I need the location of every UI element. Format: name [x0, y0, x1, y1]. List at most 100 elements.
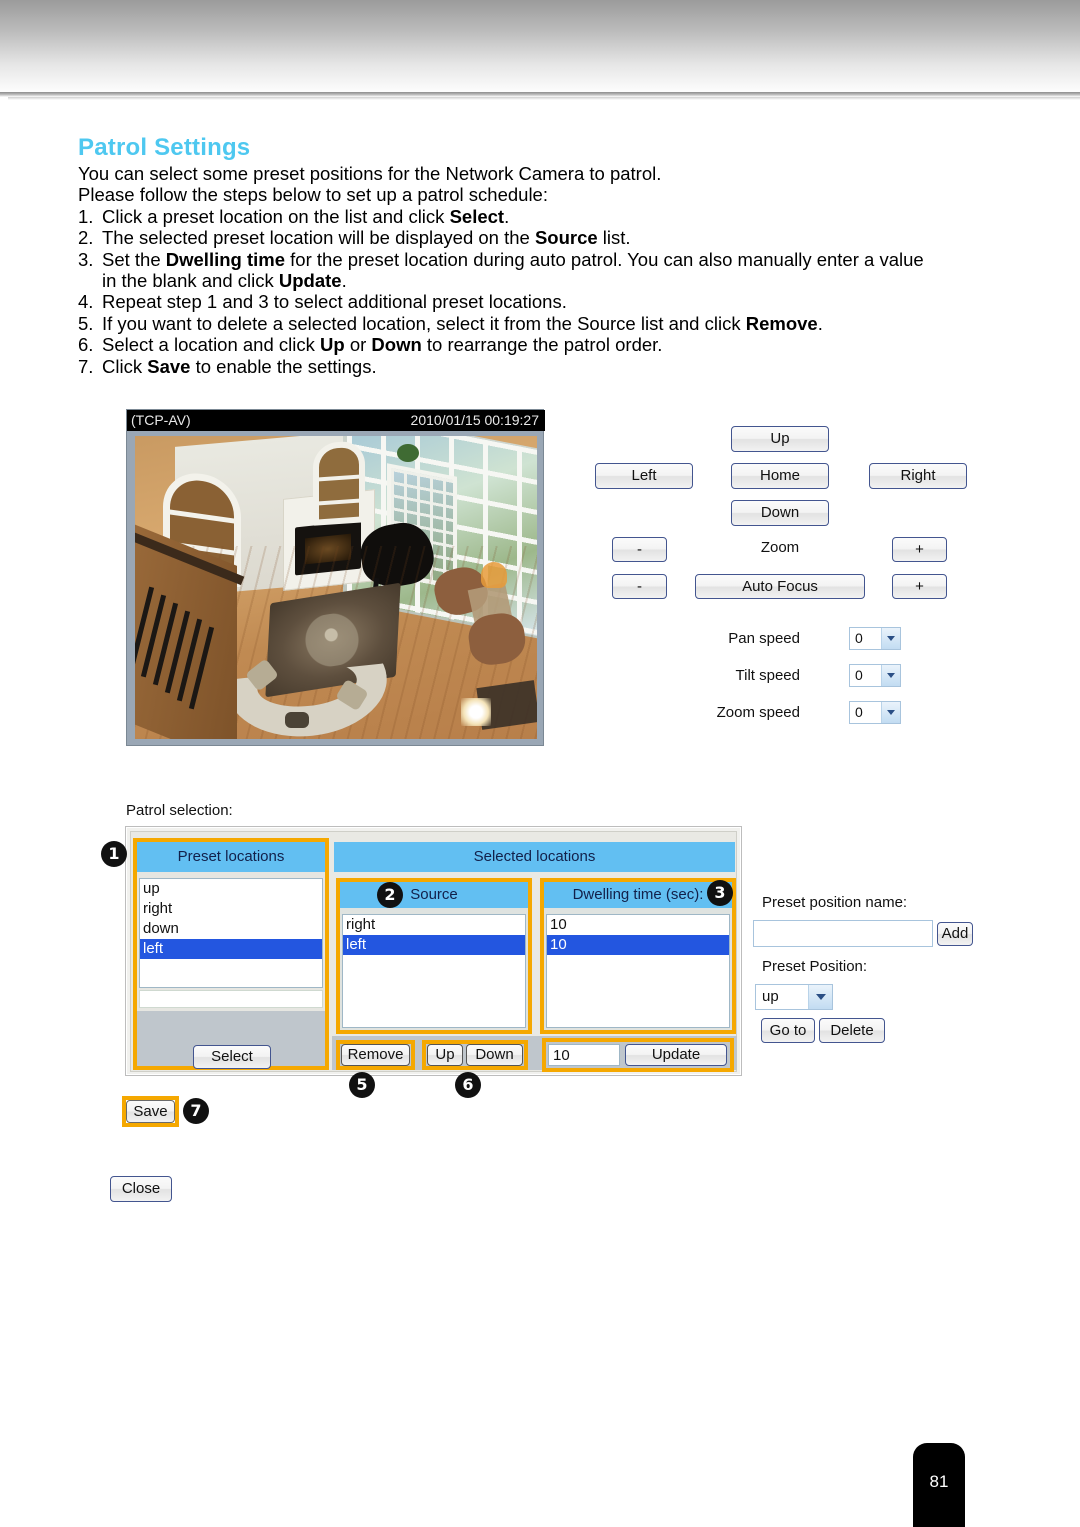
- zoom-out-button[interactable]: -: [612, 537, 667, 562]
- step-6-post: to rearrange the patrol order.: [421, 334, 663, 356]
- list-item-selected[interactable]: 10: [547, 935, 729, 955]
- chevron-down-icon[interactable]: [881, 628, 900, 649]
- step-3-number: 3.: [78, 248, 94, 270]
- step-5-pre: If you want to delete a selected locatio…: [102, 312, 746, 334]
- pan-left-button[interactable]: Left: [595, 463, 693, 489]
- list-item-selected[interactable]: left: [343, 935, 525, 955]
- step-3-pre: Set the: [102, 248, 166, 270]
- preset-position-value: up: [762, 988, 779, 1005]
- pan-home-button[interactable]: Home: [731, 463, 829, 489]
- chevron-down-icon[interactable]: [881, 702, 900, 723]
- live-video-panel[interactable]: (TCP-AV) 2010/01/15 00:19:27: [126, 409, 545, 746]
- preset-position-name-label: Preset position name:: [762, 894, 908, 911]
- page-title: Patrol Settings: [78, 134, 251, 161]
- step-2-pre: The selected preset location will be dis…: [102, 227, 535, 249]
- delete-button[interactable]: Delete: [819, 1018, 885, 1043]
- step-6-bold-2: Down: [371, 334, 422, 356]
- source-header: Source: [340, 882, 528, 908]
- zoom-speed-value: 0: [855, 704, 863, 720]
- preset-locations-list-spacer: [139, 990, 323, 1008]
- page-number: 81: [929, 1472, 949, 1491]
- zoom-speed-select[interactable]: 0: [849, 701, 901, 724]
- callout-badge-2: 2: [377, 882, 403, 908]
- list-item[interactable]: right: [343, 915, 525, 935]
- intro-line-1: You can select some preset positions for…: [78, 163, 662, 184]
- select-button[interactable]: Select: [193, 1045, 271, 1069]
- step-1-post: .: [504, 205, 510, 227]
- step-7-post: to enable the settings.: [190, 355, 377, 377]
- step-5-number: 5.: [78, 312, 94, 334]
- video-timestamp: 2010/01/15 00:19:27: [410, 412, 539, 428]
- step-2-post: list.: [597, 227, 631, 249]
- step-3-cont-pre: in the blank and click: [102, 270, 279, 292]
- zoom-speed-label: Zoom speed: [716, 704, 800, 721]
- source-list[interactable]: right left: [342, 914, 526, 1028]
- callout-badge-3: 3: [707, 880, 733, 906]
- page-header-rule-secondary: [8, 97, 1080, 100]
- step-2-number: 2.: [78, 227, 94, 249]
- chevron-down-icon[interactable]: [881, 665, 900, 686]
- dwelling-time-list[interactable]: 10 10: [546, 914, 730, 1028]
- zoom-label: Zoom: [760, 539, 800, 556]
- focus-far-button[interactable]: +: [892, 574, 947, 599]
- step-3-continued: in the blank and click Update.: [78, 270, 1038, 291]
- step-3-cont-post: .: [341, 270, 347, 292]
- focus-near-button[interactable]: -: [612, 574, 667, 599]
- step-1-bold: Select: [449, 205, 505, 227]
- save-button[interactable]: Save: [126, 1100, 175, 1123]
- step-2: 2. The selected preset location will be d…: [78, 227, 1038, 248]
- add-button[interactable]: Add: [937, 922, 973, 946]
- tilt-speed-select[interactable]: 0: [849, 664, 901, 687]
- step-1-number: 1.: [78, 205, 94, 227]
- step-1-pre: Click a preset location on the list and …: [102, 205, 450, 227]
- step-4-pre: Repeat step 1 and 3 to select additional…: [102, 291, 567, 313]
- instructions-block: You can select some preset positions for…: [78, 163, 1038, 377]
- chevron-down-icon[interactable]: [808, 985, 832, 1009]
- callout-badge-5: 5: [349, 1072, 375, 1098]
- close-button[interactable]: Close: [110, 1176, 172, 1202]
- pan-speed-value: 0: [855, 630, 863, 646]
- step-3-post: for the preset location during auto patr…: [285, 248, 924, 270]
- dwelling-time-header: Dwelling time (sec):: [544, 882, 732, 908]
- move-down-button[interactable]: Down: [466, 1044, 523, 1066]
- step-7-pre: Click: [102, 355, 148, 377]
- step-5: 5. If you want to delete a selected locat…: [78, 313, 1038, 334]
- zoom-in-button[interactable]: +: [892, 537, 947, 562]
- list-item-selected[interactable]: left: [140, 939, 322, 959]
- auto-focus-button[interactable]: Auto Focus: [695, 574, 865, 599]
- pan-speed-select[interactable]: 0: [849, 627, 901, 650]
- move-up-button[interactable]: Up: [427, 1044, 463, 1066]
- step-6-number: 6.: [78, 334, 94, 356]
- intro-line-2: Please follow the steps below to set up …: [78, 184, 548, 206]
- step-6-pre: Select a location and click: [102, 334, 321, 356]
- list-item[interactable]: 10: [547, 915, 729, 935]
- pan-down-button[interactable]: Down: [731, 500, 829, 526]
- tilt-speed-label: Tilt speed: [735, 667, 800, 684]
- dwelling-time-input[interactable]: 10: [548, 1044, 620, 1066]
- step-1: 1. Click a preset location on the list an…: [78, 206, 1038, 227]
- callout-badge-7: 7: [183, 1098, 209, 1124]
- preset-position-name-input[interactable]: [753, 920, 933, 947]
- go-to-button[interactable]: Go to: [761, 1018, 815, 1043]
- video-osd-bar: (TCP-AV) 2010/01/15 00:19:27: [127, 410, 545, 431]
- remove-button[interactable]: Remove: [341, 1044, 410, 1066]
- step-6: 6. Select a location and click Up or Down…: [78, 334, 1038, 355]
- list-item[interactable]: down: [140, 919, 322, 939]
- pan-up-button[interactable]: Up: [731, 426, 829, 452]
- tilt-speed-value: 0: [855, 667, 863, 683]
- video-frame-image[interactable]: [135, 436, 537, 739]
- pan-right-button[interactable]: Right: [869, 463, 967, 489]
- selected-locations-header: Selected locations: [334, 842, 735, 872]
- preset-position-label: Preset Position:: [762, 958, 868, 975]
- list-item[interactable]: up: [140, 879, 322, 899]
- list-item[interactable]: right: [140, 899, 322, 919]
- preset-position-select[interactable]: up: [755, 984, 833, 1010]
- update-button[interactable]: Update: [625, 1044, 727, 1066]
- patrol-selection-label: Patrol selection:: [126, 802, 233, 819]
- step-4: 4. Repeat step 1 and 3 to select addition…: [78, 291, 1038, 312]
- step-3: 3. Set the Dwelling time for the preset l…: [78, 249, 1038, 270]
- pan-speed-label: Pan speed: [728, 630, 800, 647]
- step-7-bold: Save: [147, 355, 191, 377]
- preset-locations-list[interactable]: up right down left: [139, 878, 323, 988]
- step-5-bold: Remove: [745, 312, 818, 334]
